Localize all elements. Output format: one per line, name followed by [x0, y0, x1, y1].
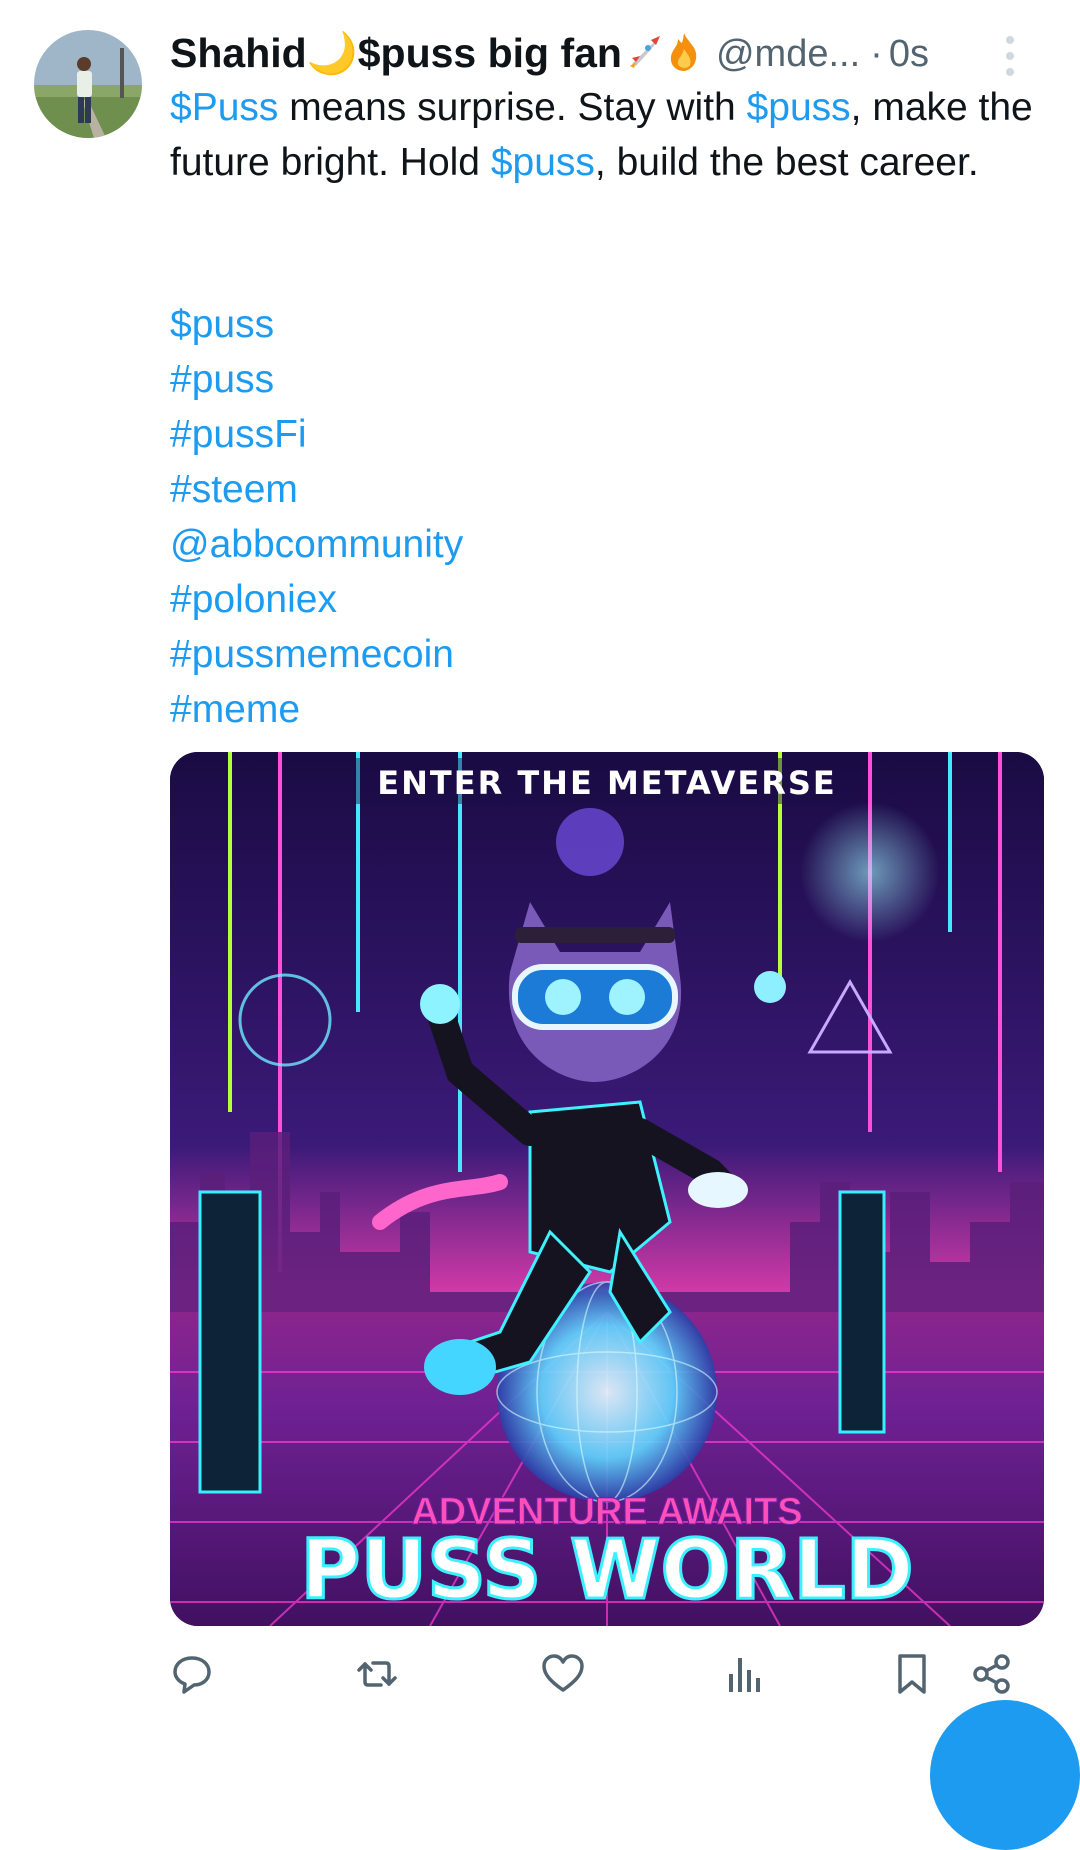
compose-button[interactable] — [930, 1700, 1080, 1850]
timestamp[interactable]: 0s — [889, 33, 929, 76]
cashtag-link[interactable]: $puss — [747, 86, 851, 129]
tweet-text-segment: , build the best career. — [594, 141, 979, 184]
fire-icon — [666, 31, 702, 78]
tag-link[interactable]: #steem — [170, 462, 463, 517]
tweet-text: $Puss means surprise. Stay with $puss, m… — [170, 80, 1050, 190]
views-icon[interactable] — [725, 1652, 775, 1702]
tweet-header: Shahid🌙$puss big fan @mde... · 0s — [170, 28, 1040, 80]
mention-link[interactable]: @abbcommunity — [170, 517, 463, 572]
display-name[interactable]: Shahid🌙$puss big fan — [170, 30, 622, 78]
tweet-action-bar — [170, 1652, 1040, 1708]
tag-link[interactable]: #poloniex — [170, 572, 463, 627]
tag-link[interactable]: $puss — [170, 297, 463, 352]
more-options-icon[interactable] — [1003, 36, 1017, 76]
tag-link[interactable]: #pussmemecoin — [170, 627, 463, 682]
tag-link[interactable]: #meme — [170, 682, 463, 737]
avatar[interactable] — [34, 30, 142, 138]
hashtag-list: $puss #puss #pussFi #steem @abbcommunity… — [170, 297, 463, 737]
media-title: PUSS WORLD — [300, 1523, 913, 1618]
media-top-text: ENTER THE METAVERSE — [377, 764, 837, 802]
share-icon[interactable] — [970, 1652, 1020, 1702]
tweet-image[interactable]: ENTER THE METAVERSE ADVENTURE AWAITS PUS… — [170, 752, 1044, 1626]
tag-link[interactable]: #puss — [170, 352, 463, 407]
reply-icon[interactable] — [170, 1652, 220, 1702]
rocket-icon — [624, 32, 664, 77]
separator-dot: · — [870, 32, 883, 75]
cashtag-link[interactable]: $Puss — [170, 86, 278, 129]
heart-icon[interactable] — [540, 1652, 590, 1702]
retweet-icon[interactable] — [355, 1652, 405, 1702]
tag-link[interactable]: #pussFi — [170, 407, 463, 462]
cashtag-link[interactable]: $puss — [491, 141, 595, 184]
bookmark-icon[interactable] — [892, 1652, 942, 1702]
user-handle[interactable]: @mde... — [716, 33, 860, 76]
tweet-text-segment: means surprise. Stay with — [278, 86, 747, 129]
